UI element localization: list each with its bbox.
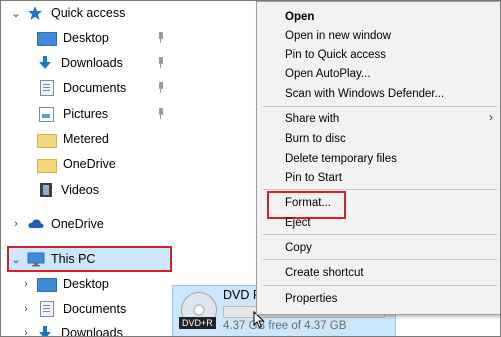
- menu-separator: [263, 259, 497, 260]
- cloud-icon: [27, 216, 45, 232]
- menu-item-open[interactable]: Open: [285, 8, 314, 26]
- desktop-icon: [37, 278, 57, 292]
- menu-item-copy[interactable]: Copy: [285, 239, 312, 257]
- folder-icon: [37, 159, 57, 173]
- submenu-arrow-icon: ›: [489, 110, 493, 124]
- chevron-down-icon[interactable]: ⌄: [11, 7, 21, 20]
- nav-label: Documents: [63, 302, 127, 316]
- nav-label: This PC: [51, 252, 96, 266]
- drive-free-space: 4.37 GB free of 4.37 GB: [223, 320, 347, 332]
- nav-label: Downloads: [61, 56, 123, 70]
- pin-icon: [157, 32, 165, 44]
- menu-separator: [263, 285, 497, 286]
- nav-item-pictures[interactable]: Pictures: [37, 103, 108, 125]
- menu-item-label: Share with: [285, 113, 340, 125]
- nav-label: Desktop: [63, 31, 109, 45]
- chevron-down-icon[interactable]: ⌄: [11, 253, 21, 266]
- nav-item-desktop[interactable]: Desktop: [37, 27, 109, 49]
- pin-icon: [157, 108, 165, 120]
- nav-label: Downloads: [61, 326, 123, 337]
- chevron-right-icon[interactable]: ›: [21, 303, 31, 315]
- star-icon: [27, 5, 45, 21]
- pin-icon: [157, 57, 165, 69]
- monitor-icon: [27, 251, 45, 267]
- documents-icon: [40, 301, 54, 317]
- navigation-pane: ⌄ Quick access Desktop Downloads Documen…: [1, 1, 172, 337]
- chevron-right-icon[interactable]: ›: [11, 218, 21, 230]
- nav-item-metered[interactable]: Metered: [37, 128, 109, 150]
- menu-item-eject[interactable]: Eject: [285, 214, 311, 232]
- menu-item-burn-to-disc[interactable]: Burn to disc: [285, 130, 346, 148]
- pin-icon: [157, 82, 165, 94]
- menu-item-scan-defender[interactable]: Scan with Windows Defender...: [285, 85, 444, 103]
- menu-item-pin-quick-access[interactable]: Pin to Quick access: [285, 46, 386, 64]
- nav-item-downloads[interactable]: Downloads: [37, 52, 123, 74]
- menu-separator: [263, 106, 497, 107]
- nav-pc-downloads[interactable]: › Downloads: [21, 322, 123, 337]
- menu-item-delete-temp-files[interactable]: Delete temporary files: [285, 150, 397, 168]
- nav-label: Pictures: [63, 107, 109, 121]
- documents-icon: [40, 80, 54, 96]
- nav-label: Desktop: [63, 277, 109, 291]
- downloads-icon: [37, 55, 55, 71]
- chevron-right-icon[interactable]: ›: [21, 278, 31, 290]
- nav-pc-desktop[interactable]: › Desktop: [21, 273, 109, 295]
- menu-item-open-autoplay[interactable]: Open AutoPlay...: [285, 65, 370, 83]
- menu-separator: [263, 189, 497, 190]
- nav-label: OneDrive: [63, 157, 116, 171]
- explorer-window: ⌄ Quick access Desktop Downloads Documen…: [0, 0, 501, 337]
- menu-item-create-shortcut[interactable]: Create shortcut: [285, 264, 364, 282]
- nav-label: OneDrive: [51, 217, 104, 231]
- folder-icon: [37, 134, 57, 148]
- nav-label: Documents: [63, 81, 127, 95]
- menu-item-format[interactable]: Format...: [285, 194, 331, 212]
- menu-item-open-new-window[interactable]: Open in new window: [285, 27, 391, 45]
- chevron-right-icon[interactable]: ›: [21, 327, 31, 336]
- menu-item-share-with[interactable]: Share with: [285, 110, 495, 128]
- nav-this-pc[interactable]: ⌄ This PC: [11, 248, 95, 270]
- nav-label: Videos: [61, 183, 99, 197]
- nav-item-videos[interactable]: Videos: [37, 179, 99, 201]
- desktop-icon: [37, 32, 57, 46]
- pictures-icon: [39, 106, 54, 122]
- context-menu: Open Open in new window Pin to Quick acc…: [256, 1, 500, 315]
- nav-quick-access[interactable]: ⌄ Quick access: [11, 2, 125, 24]
- nav-onedrive[interactable]: › OneDrive: [11, 213, 104, 235]
- downloads-icon: [37, 325, 55, 336]
- nav-pc-documents[interactable]: › Documents: [21, 298, 126, 320]
- nav-label: Quick access: [51, 6, 126, 20]
- nav-item-documents[interactable]: Documents: [37, 77, 126, 99]
- videos-icon: [40, 183, 52, 197]
- drive-badge: DVD+R: [179, 317, 216, 329]
- nav-item-onedrive-folder[interactable]: OneDrive: [37, 153, 116, 175]
- menu-item-pin-to-start[interactable]: Pin to Start: [285, 169, 342, 187]
- menu-separator: [263, 234, 497, 235]
- nav-label: Metered: [63, 132, 109, 146]
- menu-item-properties[interactable]: Properties: [285, 290, 337, 308]
